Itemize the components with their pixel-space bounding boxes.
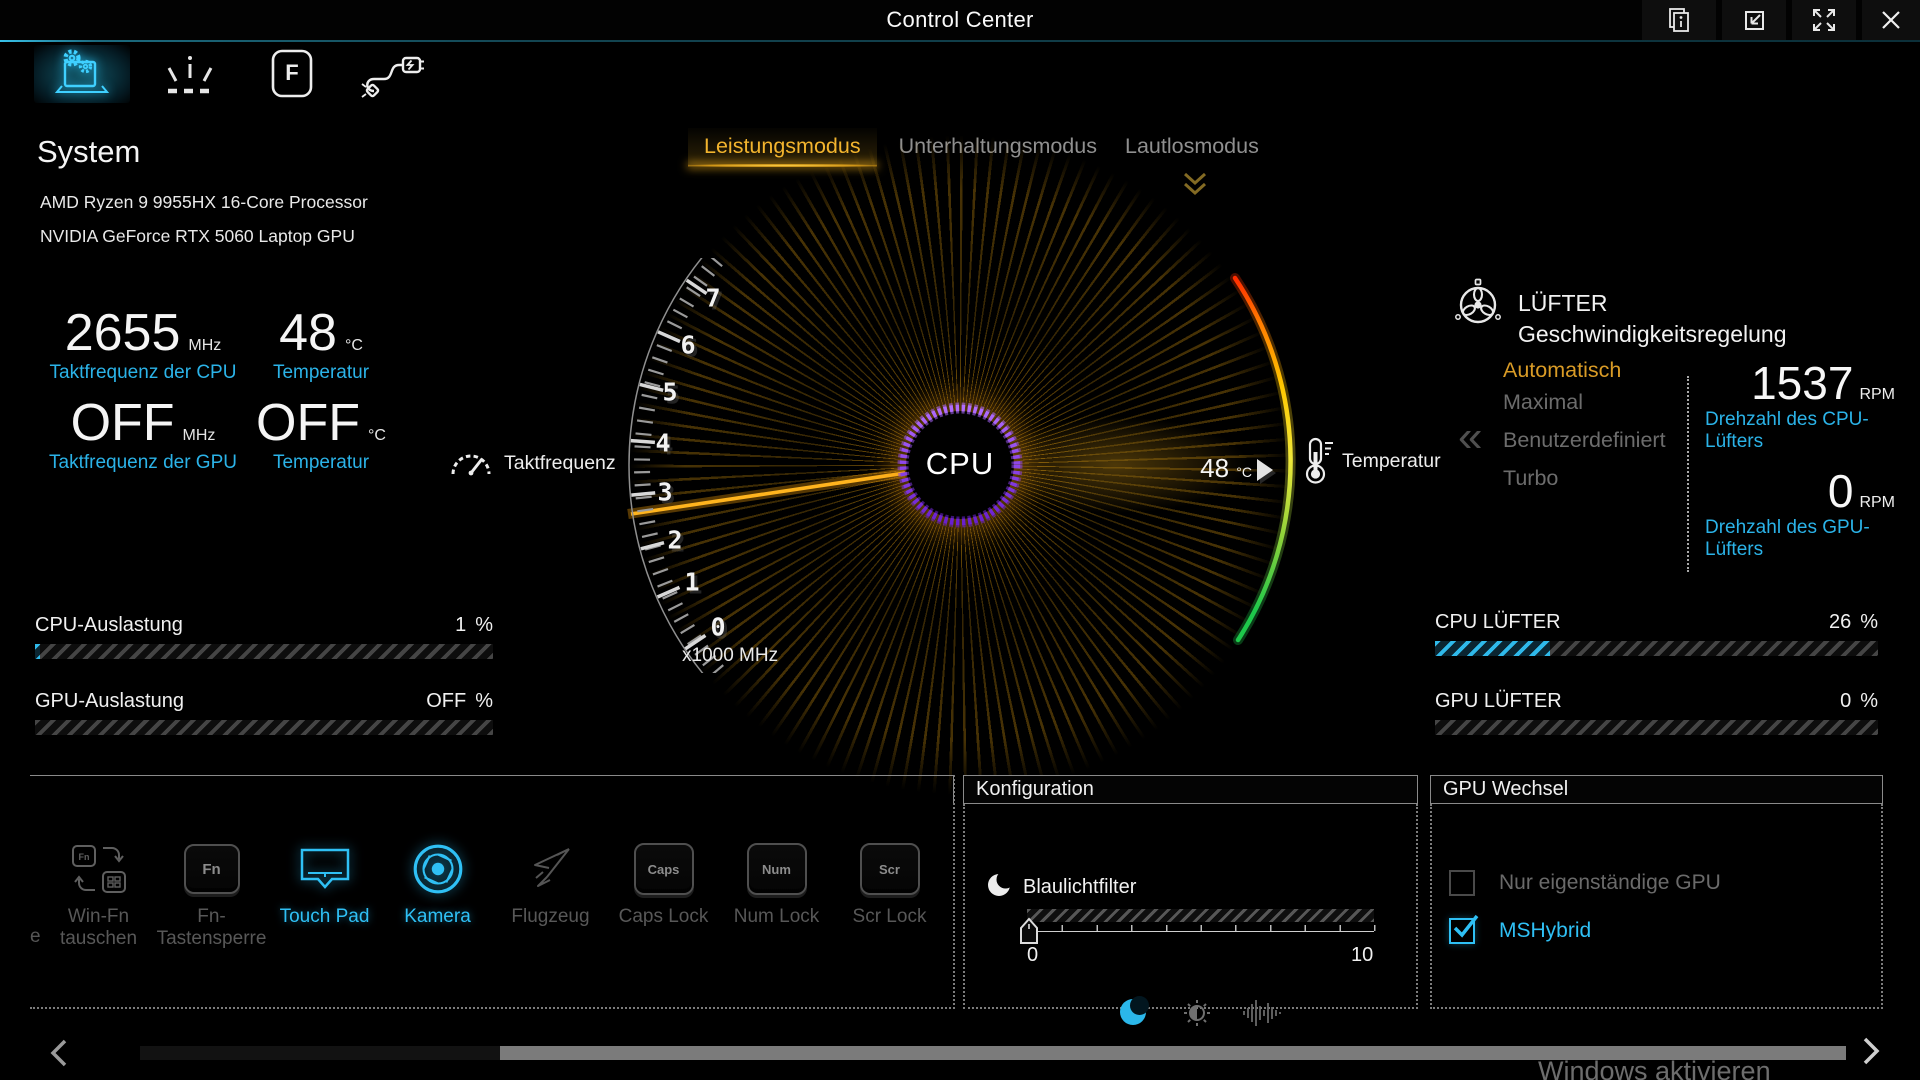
gauge-tick-6: 6 [680,331,695,360]
svg-text:Fn: Fn [78,852,89,862]
audio-wave-icon[interactable] [1240,998,1284,1028]
blue-light-slider-handle[interactable] [1019,917,1039,945]
control-center-window: Control Center [0,0,1920,1080]
shortcut-num-lock[interactable]: Num Num Lock [720,800,833,1000]
fan-section-title: LÜFTER Geschwindigkeitsregelung [1518,288,1787,350]
shortcut-buttons: Fn Win-Fntauschen Fn Fn-Tastensperre [42,800,946,1000]
gauge-tick-3: 3 [657,478,672,507]
fan-option-benutzerdefiniert[interactable]: Benutzerdefiniert [1503,428,1666,453]
gpu-switch-header: GPU Wechsel [1430,775,1883,804]
checkbox-checked[interactable] [1449,918,1475,944]
gauge-tick-2: 2 [667,526,682,555]
windows-watermark: Windows aktivieren [1538,1056,1771,1080]
gpu-fan-meter: GPU LÜFTER 0% [1435,690,1878,735]
gpu-switch-panel: GPU Wechsel Nur eigenständige GPU MSHybr… [1430,775,1883,1007]
cpu-fan-bar [1435,641,1878,656]
fan-option-maximal[interactable]: Maximal [1503,390,1583,415]
fn-key-icon: Fn [184,838,240,900]
fan-option-turbo[interactable]: Turbo [1503,466,1558,491]
fan-option-automatisch[interactable]: Automatisch [1503,358,1621,383]
option-mshybrid[interactable]: MSHybrid [1449,918,1591,944]
gpu-fan-label: GPU LÜFTER [1435,690,1562,713]
cpu-rpm-label: Drehzahl des CPU-Lüfters [1705,409,1877,453]
gauge-tick-0: 0 [710,613,725,642]
camera-aperture-icon [409,838,467,900]
cpu-fan-label: CPU LÜFTER [1435,611,1561,634]
blue-light-slider-track[interactable] [1027,909,1374,922]
back-chevrons[interactable]: « [1458,420,1482,454]
scroll-left-arrow[interactable] [46,1038,72,1068]
caps-key-icon: Caps [634,838,694,900]
thermometer-icon [1300,436,1334,488]
slider-min-label: 0 [1027,944,1038,967]
cpu-rpm-block: 1537RPM Drehzahl des CPU-Lüfters [1705,360,1895,453]
gauge-tick-7: 7 [705,284,720,313]
check-icon [1449,912,1481,944]
gauge-temp-value: 48 °C [1120,453,1252,484]
konfiguration-panel: Konfiguration Blaulichtfilter 0 10 [963,775,1418,1007]
gauge-tick-5: 5 [662,378,677,407]
gpu-fan-bar [1435,720,1878,735]
speedometer-icon [448,448,494,478]
shortcut-touchpad[interactable]: Touch Pad [268,800,381,1000]
shortcut-scr-lock[interactable]: Scr Scr Lock [833,800,946,1000]
gauge-tick-4: 4 [655,429,670,458]
touchpad-icon [297,838,353,900]
fan-icon [1452,278,1504,330]
gauge-tick-1: 1 [684,568,699,597]
option-dedicated-gpu[interactable]: Nur eigenständige GPU [1449,870,1721,896]
cpu-fan-meter: CPU LÜFTER 26% [1435,611,1878,656]
konfiguration-header: Konfiguration [963,775,1418,804]
shortcut-win-fn-swap[interactable]: Fn Win-Fntauschen [42,800,155,1000]
shortcut-camera[interactable]: Kamera [381,800,494,1000]
gauge-right-label: Temperatur [1342,450,1441,473]
gauge-center-label: CPU [900,446,1020,482]
gpu-rpm-block: 0RPM Drehzahl des GPU-Lüfters [1705,468,1895,561]
slider-max-label: 10 [1351,944,1373,967]
win-fn-swap-icon: Fn [70,838,128,900]
num-key-icon: Num [747,838,807,900]
airplane-icon [523,838,579,900]
gauge-scale-unit: x1000 MHz [682,645,778,667]
shortcut-caps-lock[interactable]: Caps Caps Lock [607,800,720,1000]
checkbox-unchecked[interactable] [1449,870,1475,896]
clipped-label-fragment: e [30,926,41,948]
moon-icon [985,870,1015,900]
gauge-left-label: Taktfrequenz [504,452,616,475]
brightness-icon[interactable] [1182,998,1212,1028]
scroll-right-arrow[interactable] [1858,1036,1884,1066]
shortcuts-panel-header [30,775,954,803]
gpu-rpm-label: Drehzahl des GPU-Lüfters [1705,517,1877,561]
shortcut-fn-lock[interactable]: Fn Fn-Tastensperre [155,800,268,1000]
dotted-separator [1687,376,1689,572]
night-mode-icon[interactable] [1117,996,1149,1028]
shortcut-airplane[interactable]: Flugzeug [494,800,607,1000]
scr-key-icon: Scr [860,838,920,900]
blue-light-label: Blaulichtfilter [1023,876,1136,899]
temp-pointer-triangle [1257,459,1273,481]
